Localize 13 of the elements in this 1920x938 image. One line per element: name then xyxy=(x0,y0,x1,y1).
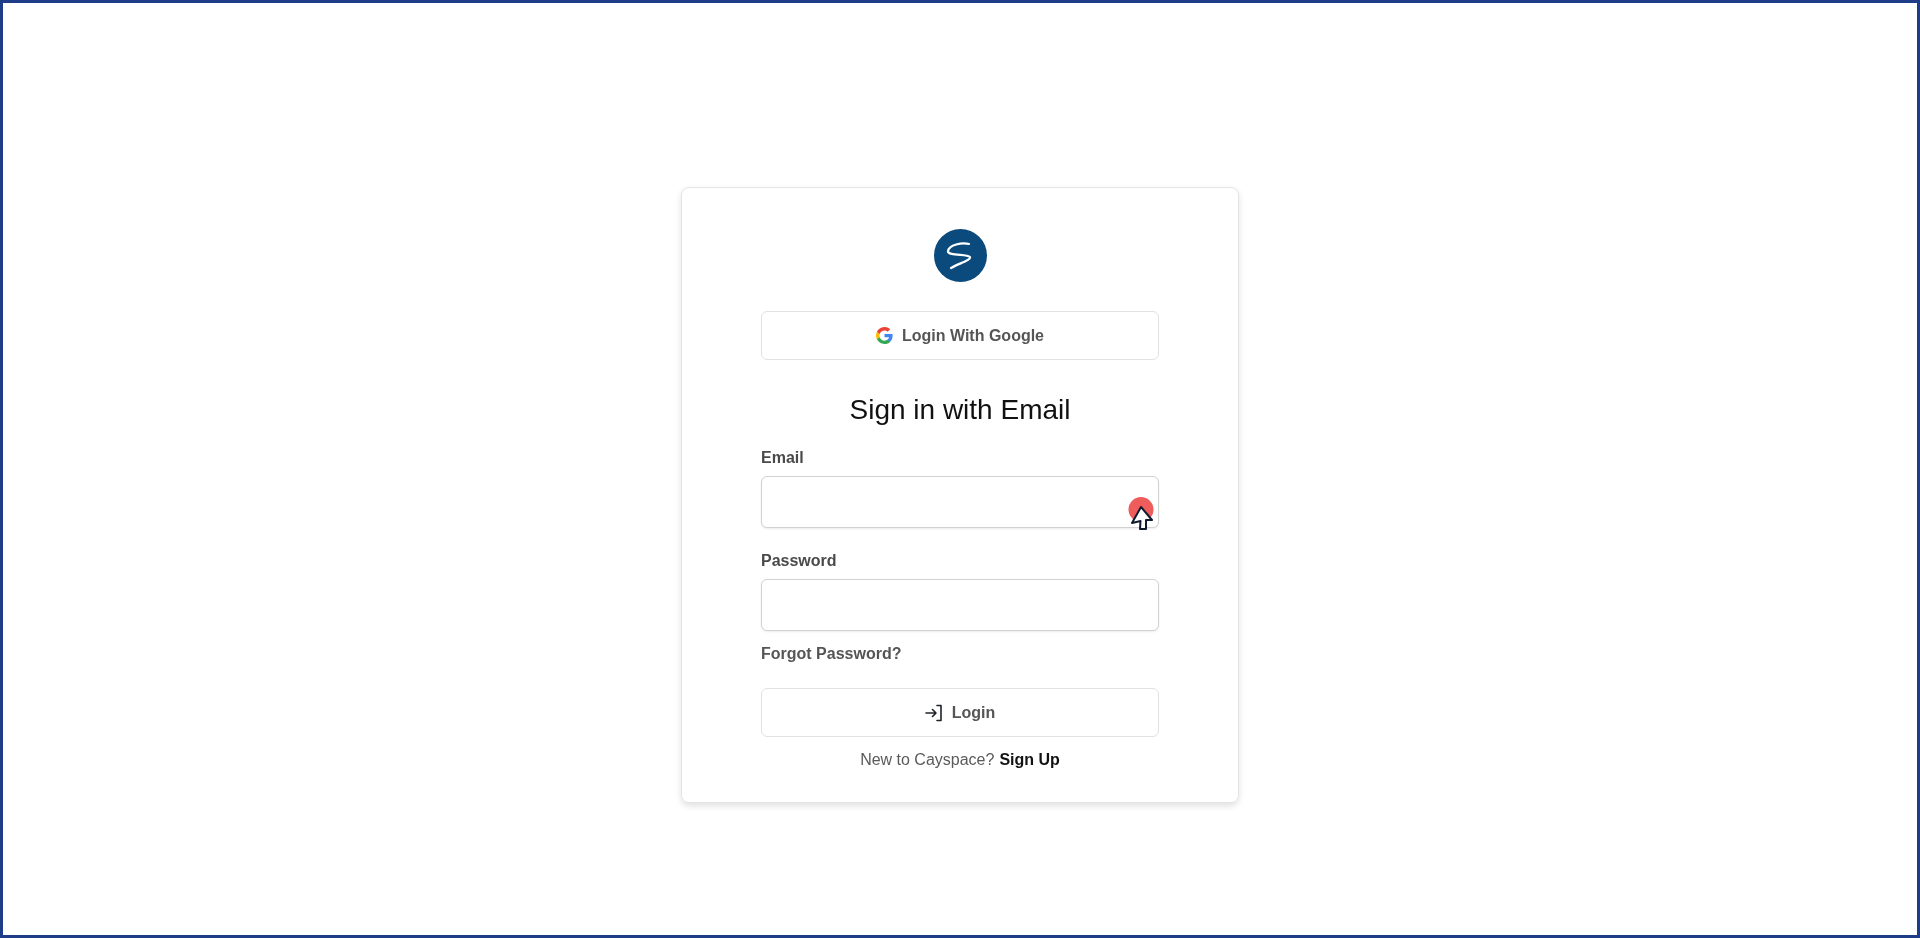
field-label: Email xyxy=(761,448,804,468)
form-title: Sign in with Email xyxy=(849,393,1071,427)
login-button[interactable]: Login xyxy=(761,688,1159,737)
logo-icon xyxy=(933,229,987,282)
sign-up-link[interactable]: Sign Up xyxy=(999,750,1060,770)
field-label: Password xyxy=(761,551,837,571)
login-icon xyxy=(924,703,943,722)
input-field[interactable] xyxy=(761,579,1159,631)
input-field[interactable] xyxy=(761,476,1159,528)
signup-prompt: New to Cayspace? xyxy=(860,750,995,770)
google-login-button[interactable]: Login With Google xyxy=(761,311,1159,360)
google-icon xyxy=(875,327,893,344)
forgot-password-link[interactable]: Forgot Password? xyxy=(761,644,902,664)
